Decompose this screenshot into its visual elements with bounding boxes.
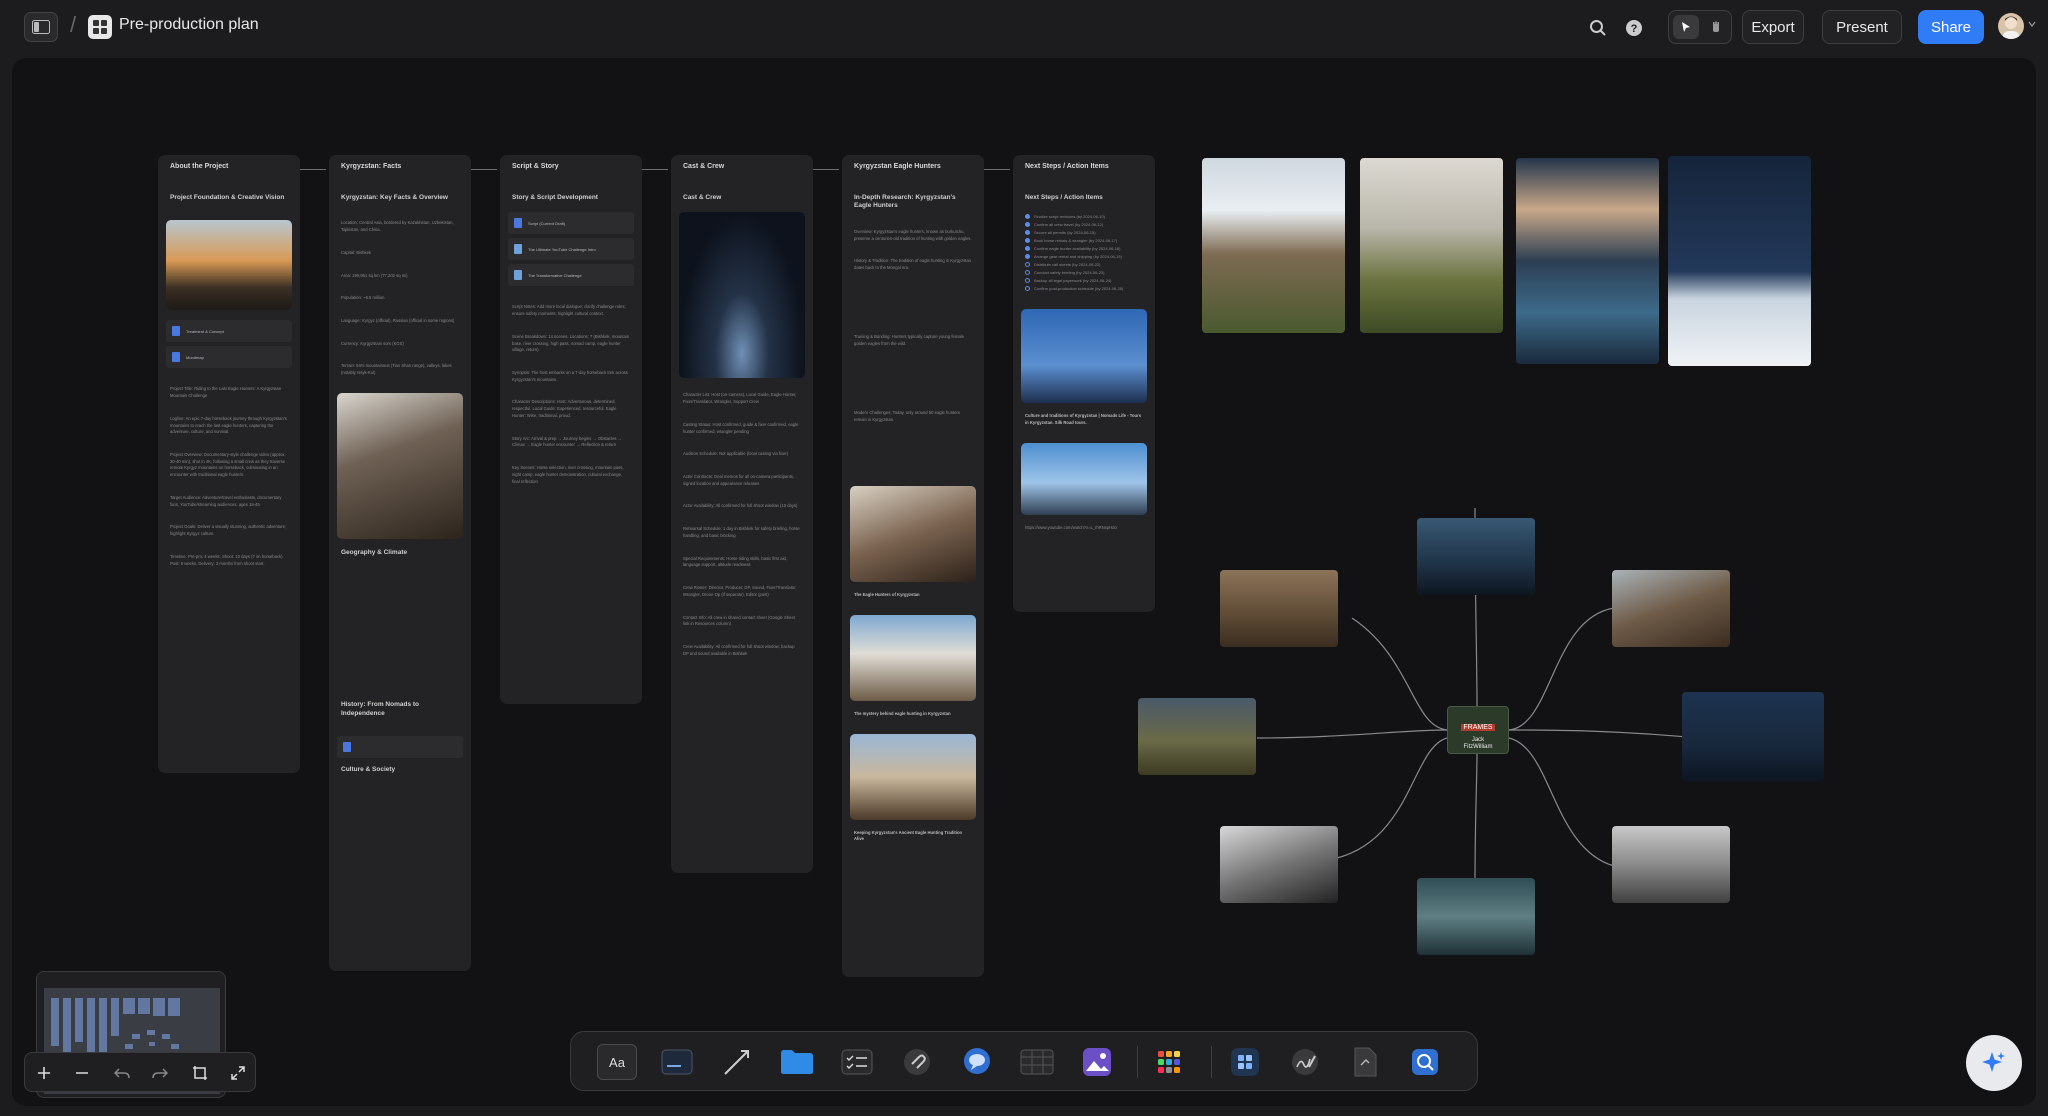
draw-tool-button[interactable] <box>1285 1044 1325 1080</box>
photo-icon <box>1083 1048 1111 1076</box>
export-button[interactable]: Export <box>1742 10 1804 44</box>
svg-text:?: ? <box>1631 23 1638 35</box>
document-title[interactable]: Pre-production plan <box>119 16 259 34</box>
link-tool-button[interactable] <box>897 1044 937 1080</box>
connector-tool-button[interactable] <box>717 1044 757 1080</box>
help-icon: ? <box>1626 20 1642 36</box>
fullscreen-button[interactable] <box>225 1061 251 1085</box>
select-tool-button[interactable] <box>1673 15 1699 39</box>
undo-button[interactable] <box>109 1061 135 1085</box>
pointer-hand-toggle[interactable] <box>1668 10 1732 44</box>
app-store-icon <box>1231 1048 1259 1076</box>
hand-icon <box>1713 21 1719 32</box>
sparkle-icon <box>1982 1052 2005 1072</box>
hand-tool-button[interactable] <box>1703 15 1729 39</box>
lone-figure-valley-photo[interactable] <box>1682 692 1824 782</box>
app-grid-icon <box>1158 1051 1180 1073</box>
speech-bubble-icon <box>964 1048 990 1074</box>
arrow-line-icon <box>724 1050 749 1075</box>
hub-label-frames: FRAMES <box>1461 724 1495 731</box>
top-bar: / Pre-production plan ? Export Present S… <box>0 0 2048 56</box>
night-camp-photo[interactable] <box>1417 518 1535 595</box>
dock-separator <box>1137 1046 1138 1078</box>
preview-tool-button[interactable] <box>1405 1044 1445 1080</box>
cursor-arrow-icon <box>1682 22 1690 32</box>
share-button[interactable]: Share <box>1918 10 1984 44</box>
haystacks-photo[interactable] <box>1138 698 1256 775</box>
crop-frame-icon <box>193 1066 207 1080</box>
sidebar-icon <box>32 20 50 34</box>
document-file-icon <box>1354 1047 1377 1077</box>
widgets-tool-button[interactable] <box>1149 1044 1189 1080</box>
checklist-tool-button[interactable] <box>837 1044 877 1080</box>
sidebar-toggle-button[interactable] <box>24 12 58 42</box>
whiteboard-canvas[interactable]: About the Project Project Foundation & C… <box>12 58 2036 1106</box>
breadcrumb-separator: / <box>70 12 77 37</box>
link-icon <box>904 1049 930 1075</box>
dock-separator <box>1211 1046 1212 1078</box>
hub-label-name: Jack FitzWilliam <box>1463 737 1493 751</box>
text-tool-label: Aa <box>609 1054 625 1070</box>
redo-icon <box>152 1068 168 1079</box>
help-button[interactable]: ? <box>1622 16 1646 40</box>
search-icon <box>1590 20 1606 36</box>
folder-icon <box>781 1050 813 1074</box>
document-icon <box>88 15 112 39</box>
mind-map-connectors <box>1256 507 1699 884</box>
zoom-out-button[interactable] <box>69 1061 95 1085</box>
horse-riders-photo[interactable] <box>1220 570 1338 647</box>
table-icon <box>1020 1049 1054 1075</box>
note-card-icon <box>661 1049 693 1075</box>
tool-dock: Aa <box>570 1031 1478 1091</box>
search-button[interactable] <box>1586 16 1610 40</box>
comment-tool-button[interactable] <box>957 1044 997 1080</box>
file-tool-button[interactable] <box>1345 1044 1385 1080</box>
folder-tool-button[interactable] <box>777 1044 817 1080</box>
assistant-button[interactable] <box>1966 1035 2022 1091</box>
elder-portrait-photo[interactable] <box>1612 570 1730 647</box>
zoom-in-button[interactable] <box>31 1061 57 1085</box>
misty-mountains-photo[interactable] <box>1417 878 1535 955</box>
sticky-note-tool-button[interactable] <box>657 1044 697 1080</box>
app-window: / Pre-production plan ? Export Present S… <box>0 0 2048 1116</box>
plus-icon <box>38 1067 50 1079</box>
apps-tool-button[interactable] <box>1225 1044 1265 1080</box>
fit-frame-button[interactable] <box>187 1061 213 1085</box>
checklist-icon <box>841 1049 873 1075</box>
chevron-down-icon[interactable] <box>2028 20 2036 28</box>
text-tool-button[interactable]: Aa <box>597 1044 637 1080</box>
undo-icon <box>114 1068 130 1079</box>
eagle-rocks-photo[interactable] <box>1612 826 1730 903</box>
mind-map-hub-node[interactable]: FRAMES Jack FitzWilliam <box>1447 706 1509 754</box>
present-button[interactable]: Present <box>1822 10 1902 44</box>
image-tool-button[interactable] <box>1077 1044 1117 1080</box>
eagle-closeup-photo[interactable] <box>1220 826 1338 903</box>
table-tool-button[interactable] <box>1017 1044 1057 1080</box>
user-avatar[interactable] <box>1998 13 2024 39</box>
redo-button[interactable] <box>147 1061 173 1085</box>
pencil-scribble-icon <box>1292 1049 1318 1075</box>
minus-icon <box>76 1072 88 1074</box>
expand-icon <box>231 1066 245 1080</box>
magnifier-photo-icon <box>1412 1049 1438 1075</box>
zoom-controls <box>24 1052 256 1092</box>
